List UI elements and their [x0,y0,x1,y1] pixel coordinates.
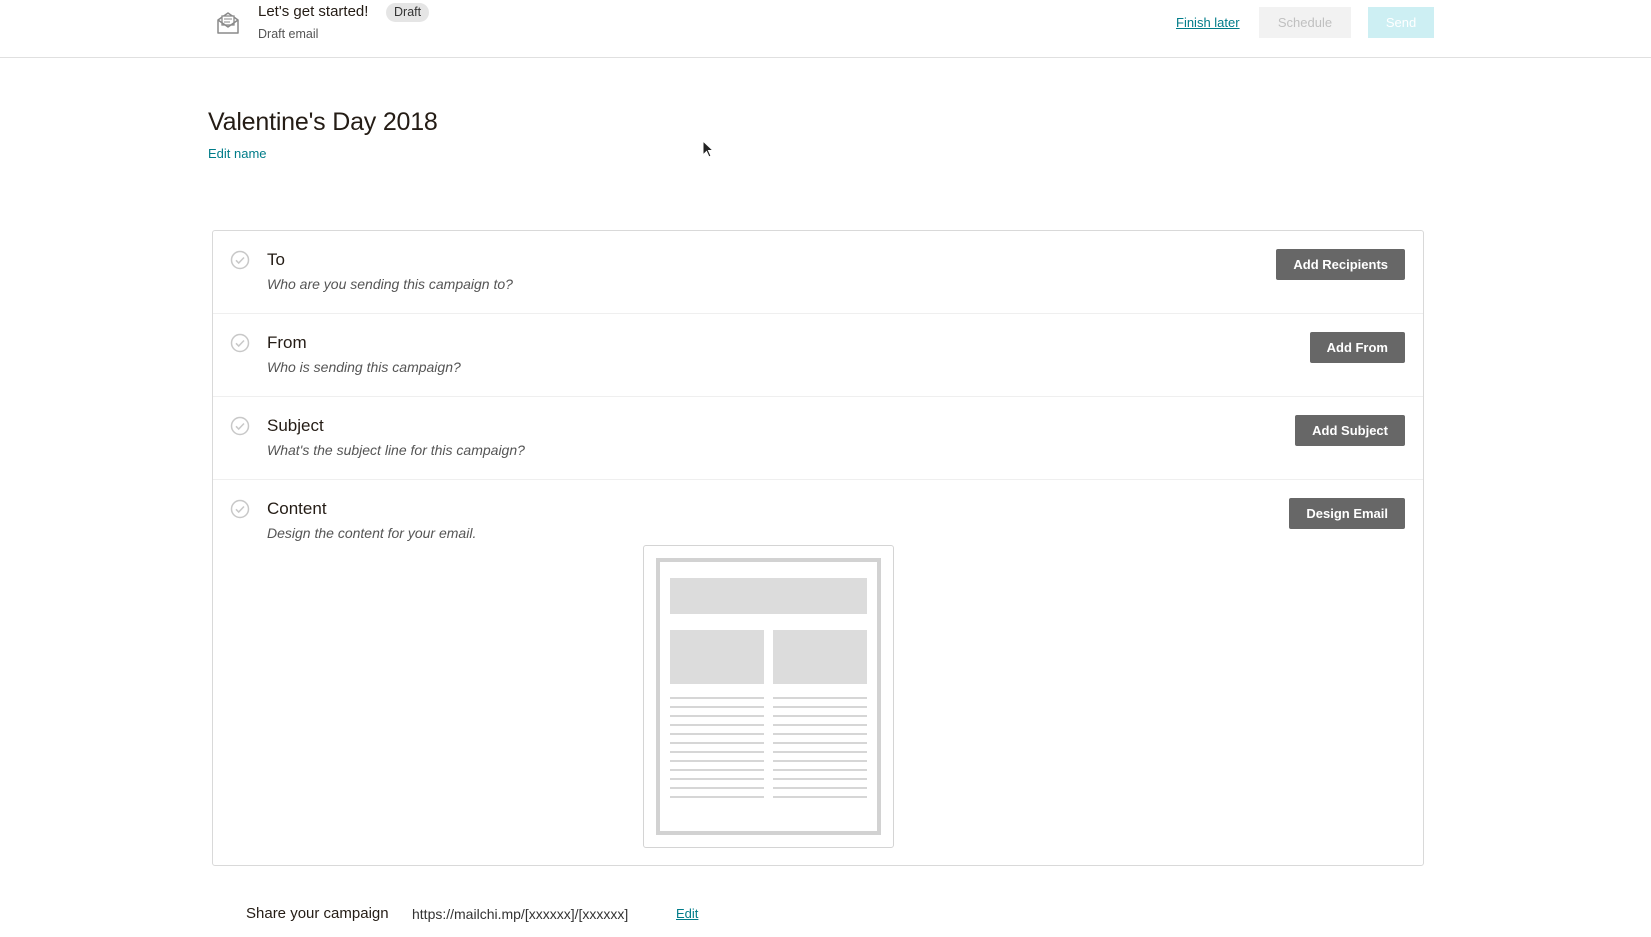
row-title: From [267,333,307,352]
row-description: What's the subject line for this campaig… [267,442,525,458]
edit-url-link[interactable]: Edit [676,906,698,921]
header-subtitle: Draft email [258,27,319,41]
mouse-cursor-icon [702,139,715,158]
check-circle-icon [230,333,250,353]
header-title: Let's get started! [258,3,369,20]
top-bar: Let's get started! Draft Draft email Fin… [0,0,1651,58]
email-template-preview[interactable] [643,545,894,848]
email-envelope-icon [215,10,241,36]
image-block-right [773,630,867,684]
share-campaign-label: Share your campaign [246,905,389,922]
image-block-left [670,630,764,684]
row-description: Who are you sending this campaign to? [267,276,513,292]
campaign-checklist: To Who are you sending this campaign to?… [212,230,1424,866]
schedule-button[interactable]: Schedule [1259,7,1351,38]
add-subject-button[interactable]: Add Subject [1295,415,1405,446]
checklist-row-subject: Subject What's the subject line for this… [213,397,1423,480]
checklist-row-to: To Who are you sending this campaign to?… [213,231,1423,314]
row-title: Content [267,499,327,518]
check-circle-icon [230,499,250,519]
header-block [670,578,867,614]
status-badge: Draft [386,3,430,22]
send-button[interactable]: Send [1368,7,1434,38]
add-recipients-button[interactable]: Add Recipients [1276,249,1405,280]
check-circle-icon [230,250,250,270]
check-circle-icon [230,416,250,436]
campaign-name: Valentine's Day 2018 [208,108,438,136]
checklist-row-from: From Who is sending this campaign? Add F… [213,314,1423,397]
row-title: To [267,250,285,269]
campaign-url: https://mailchi.mp/[xxxxxx]/[xxxxxx] [412,906,629,922]
template-layout-thumbnail [656,558,881,835]
add-from-button[interactable]: Add From [1309,332,1405,363]
row-title: Subject [267,416,324,435]
row-description: Design the content for your email. [267,525,477,541]
row-description: Who is sending this campaign? [267,359,461,375]
finish-later-link[interactable]: Finish later [1176,15,1240,30]
edit-name-link[interactable]: Edit name [208,146,267,161]
design-email-button[interactable]: Design Email [1289,498,1405,529]
